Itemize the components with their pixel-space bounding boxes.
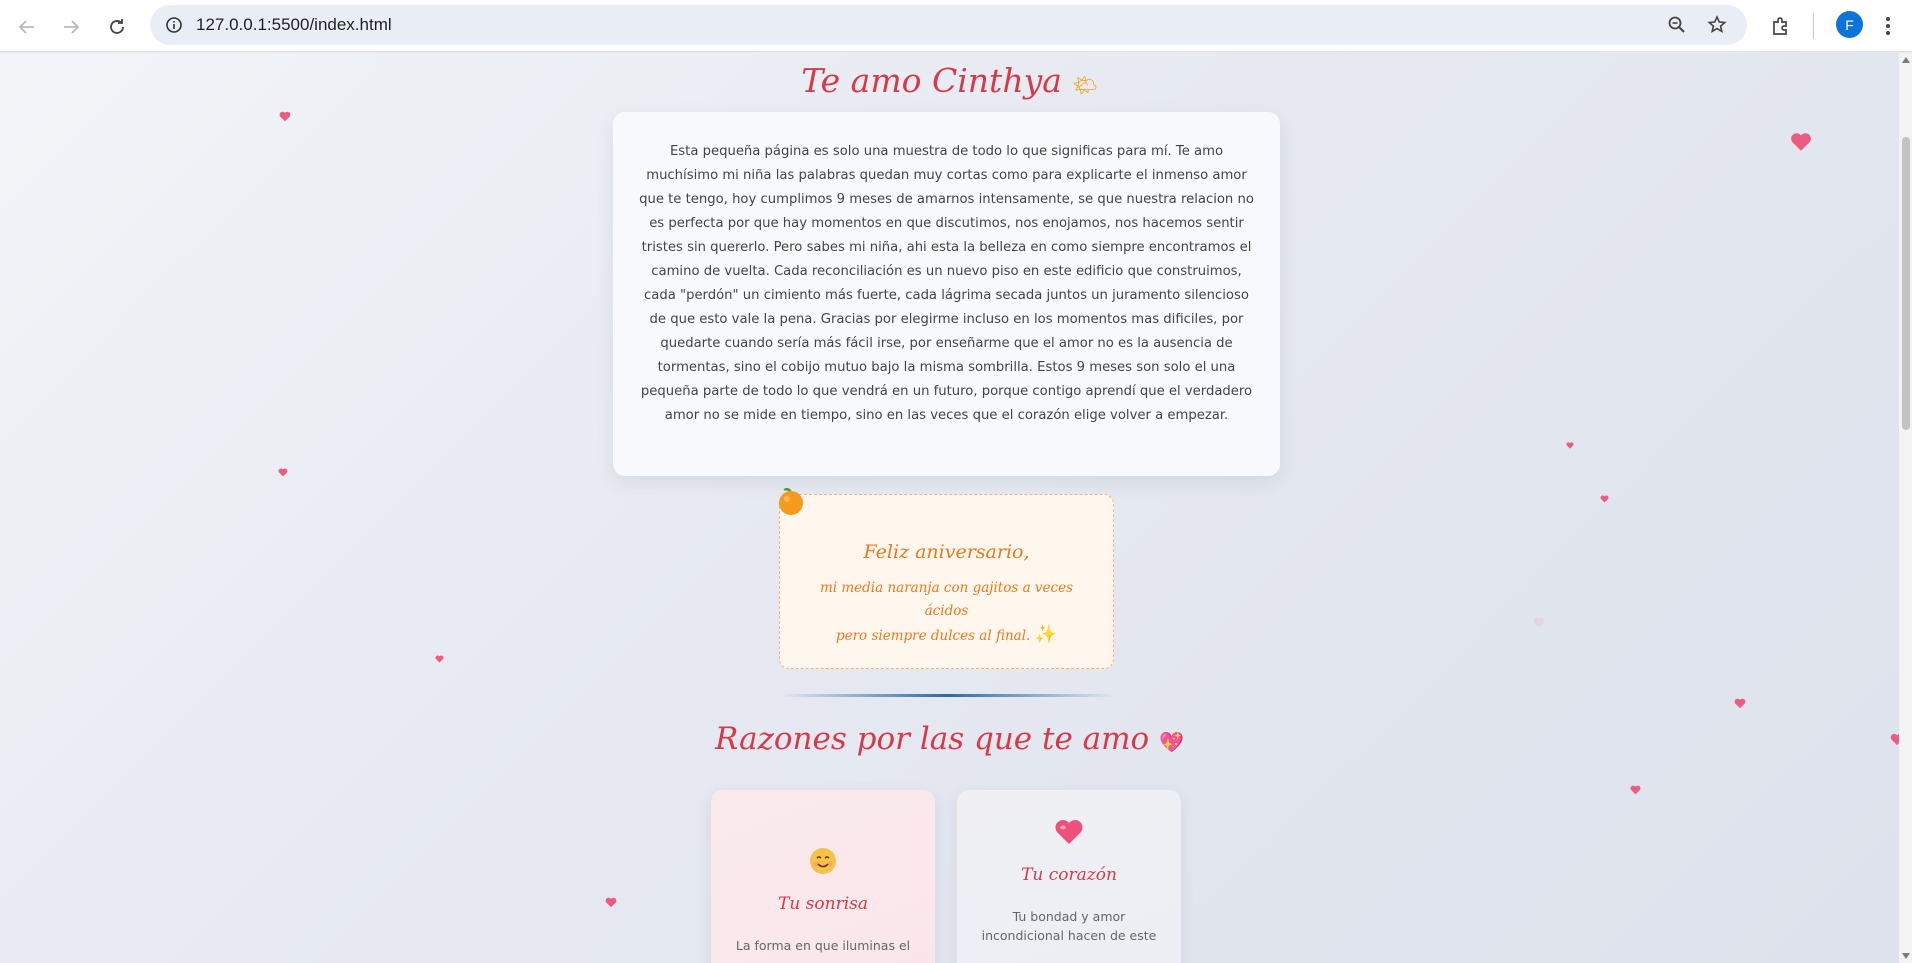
- menu-kebab-icon[interactable]: [1873, 11, 1903, 41]
- sun-cloud-icon: 🌤: [1072, 73, 1098, 97]
- reload-icon: [110, 19, 124, 34]
- floating-heart-icon: [1734, 698, 1746, 709]
- floating-heart-icon: [1791, 133, 1811, 151]
- profile-avatar[interactable]: F: [1836, 11, 1863, 38]
- reason-title: Tu sonrisa: [777, 894, 869, 914]
- page-viewport: Te amo Cinthya 🌤 Esta pequeña página es …: [0, 53, 1899, 963]
- address-bar[interactable]: 127.0.0.1:5500/index.html: [150, 5, 1747, 45]
- site-info-icon[interactable]: [162, 13, 186, 37]
- floating-heart-icon: [1600, 495, 1609, 503]
- section-divider: [780, 694, 1115, 697]
- orange-fruit-icon: [779, 487, 803, 515]
- floating-heart-icon: [1533, 617, 1545, 628]
- arrow-left-icon: [18, 20, 34, 34]
- vertical-scrollbar[interactable]: [1899, 53, 1912, 963]
- reason-text: Tu bondad y amor incondicional hacen de …: [981, 909, 1157, 943]
- sparkling-heart-icon: 💖: [1159, 730, 1184, 754]
- anniversary-card: Feliz aniversario, mi media naranja con …: [779, 494, 1114, 669]
- browser-toolbar: 127.0.0.1:5500/index.html F: [0, 0, 1912, 52]
- arrow-right-icon: [64, 20, 80, 34]
- reason-text: La forma en que iluminas el: [735, 938, 911, 953]
- scroll-up-arrow-icon[interactable]: [1902, 57, 1910, 63]
- floating-heart-icon: [1566, 442, 1574, 449]
- love-message-text: Esta pequeña página es solo una muestra …: [639, 144, 1254, 423]
- page-title-text: Te amo Cinthya: [801, 61, 1062, 100]
- reasons-title-text: Razones por las que te amo: [715, 721, 1150, 757]
- page-title: Te amo Cinthya 🌤: [0, 61, 1899, 100]
- anniversary-line-1: mi media naranja con gajitos a veces áci…: [819, 580, 1074, 619]
- floating-heart-icon: [1630, 785, 1641, 795]
- sparkles-icon: ✨: [1034, 624, 1058, 645]
- extensions-icon[interactable]: [1766, 11, 1796, 41]
- reason-title: Tu corazón: [1021, 865, 1117, 885]
- zoom-icon[interactable]: [1665, 13, 1689, 37]
- floating-heart-icon: [278, 468, 288, 477]
- bookmark-star-icon[interactable]: [1705, 13, 1729, 37]
- reason-card-heart: Tu corazón Tu bondad y amor incondiciona…: [957, 790, 1181, 963]
- floating-heart-icon: [605, 897, 617, 908]
- anniversary-text: mi media naranja con gajitos a veces áci…: [780, 577, 1113, 648]
- url-text[interactable]: 127.0.0.1:5500/index.html: [196, 15, 392, 35]
- toolbar-separator: [1813, 13, 1814, 39]
- anniversary-title: Feliz aniversario,: [863, 541, 1030, 563]
- back-button[interactable]: [9, 9, 45, 45]
- forward-button[interactable]: [53, 9, 89, 45]
- smile-icon: [810, 848, 836, 874]
- reload-button[interactable]: [99, 9, 135, 45]
- love-message-card: Esta pequeña página es solo una muestra …: [613, 112, 1280, 476]
- scrollbar-thumb[interactable]: [1902, 137, 1910, 430]
- reasons-title: Razones por las que te amo 💖: [0, 721, 1899, 757]
- scroll-down-arrow-icon[interactable]: [1902, 953, 1910, 959]
- heart-icon: [1055, 820, 1083, 844]
- reason-card-smile: Tu sonrisa La forma en que iluminas el: [711, 790, 935, 963]
- floating-heart-icon: [279, 111, 291, 122]
- anniversary-line-2: pero siempre dulces al final.: [835, 628, 1031, 644]
- floating-heart-icon: [435, 655, 444, 663]
